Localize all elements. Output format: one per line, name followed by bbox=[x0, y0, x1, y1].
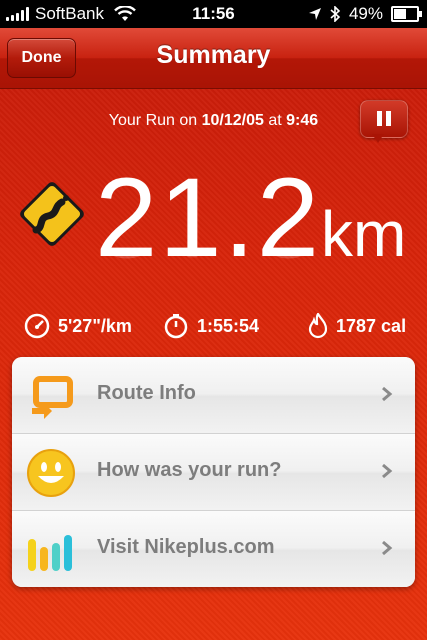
page-title: Summary bbox=[156, 41, 271, 69]
location-arrow-icon bbox=[308, 8, 321, 20]
distance-reflection-value: 21.2 bbox=[95, 252, 321, 274]
pause-button[interactable] bbox=[360, 100, 408, 138]
list-item-how-was-run[interactable]: How was your run? bbox=[12, 434, 415, 511]
distance-reflection: 21.2 km bbox=[95, 252, 410, 274]
distance-reflection-unit: km bbox=[321, 252, 410, 258]
calories-stat: 1787 cal bbox=[308, 313, 406, 339]
run-at: at bbox=[268, 112, 282, 129]
nav-bar: Done Summary bbox=[0, 28, 427, 89]
run-prefix: Your Run on bbox=[108, 112, 198, 129]
list-item-visit-nikeplus[interactable]: Visit Nikeplus.com bbox=[12, 511, 415, 587]
status-bar: SoftBank 11:56 49% bbox=[0, 0, 427, 28]
battery-percent: 49% bbox=[348, 4, 383, 23]
list-item-route-info[interactable]: Route Info bbox=[12, 357, 415, 434]
route-icon bbox=[32, 376, 73, 419]
route-info-label: Route Info bbox=[97, 382, 196, 404]
chevron-right-icon bbox=[382, 463, 393, 479]
visit-nikeplus-label: Visit Nikeplus.com bbox=[97, 536, 275, 558]
speedometer-icon bbox=[24, 313, 50, 339]
how-was-run-label: How was your run? bbox=[97, 459, 282, 481]
battery-icon bbox=[391, 6, 422, 22]
summary-menu: Route Info How was your run? Visit Nikep… bbox=[12, 357, 415, 587]
pause-bubble-tail bbox=[372, 134, 384, 143]
calories-value: 1787 cal bbox=[336, 315, 407, 336]
pace-stat: 5'27"/km bbox=[24, 313, 132, 339]
status-right: 49% bbox=[308, 4, 422, 24]
stats-row: 5'27"/km 1:55:54 1787 cal bbox=[0, 313, 427, 339]
duration-value: 1:55:54 bbox=[197, 315, 260, 336]
duration-stat: 1:55:54 bbox=[163, 313, 259, 339]
chevron-right-icon bbox=[382, 386, 393, 402]
bluetooth-icon bbox=[330, 6, 341, 22]
stopwatch-icon bbox=[164, 314, 188, 339]
chevron-right-icon bbox=[382, 540, 393, 556]
run-date: 10/12/05 bbox=[201, 112, 264, 129]
flame-icon bbox=[308, 313, 328, 339]
winding-road-sign-icon bbox=[20, 182, 84, 246]
run-time: 9:46 bbox=[286, 112, 319, 129]
smiley-icon bbox=[27, 449, 75, 497]
pace-value: 5'27"/km bbox=[58, 315, 132, 336]
bars-icon bbox=[28, 535, 72, 571]
